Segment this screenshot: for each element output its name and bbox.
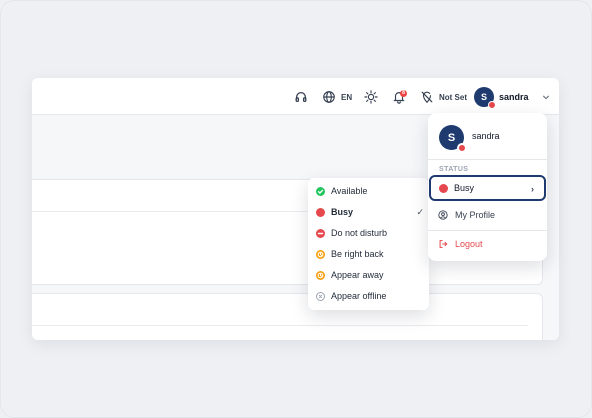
avatar-initial: S bbox=[480, 92, 487, 102]
status-submenu: Available Busy ✓ Do not disturb Be right… bbox=[308, 178, 429, 310]
divider bbox=[428, 230, 547, 231]
status-option-label: Appear offline bbox=[331, 291, 387, 301]
busy-dot-icon bbox=[316, 207, 325, 217]
content-card bbox=[32, 293, 543, 340]
support-button[interactable] bbox=[294, 88, 308, 106]
check-circle-icon bbox=[316, 186, 325, 196]
theme-toggle[interactable] bbox=[364, 88, 378, 106]
globe-icon bbox=[322, 90, 336, 104]
status-option-available[interactable]: Available bbox=[316, 184, 424, 198]
checkmark-icon: ✓ bbox=[416, 207, 424, 217]
logout-button[interactable]: Logout bbox=[438, 239, 483, 249]
avatar: S bbox=[439, 125, 467, 153]
chevron-down-icon bbox=[542, 93, 550, 101]
sun-icon bbox=[364, 90, 378, 104]
status-dot bbox=[457, 143, 467, 153]
profile-name: sandra bbox=[472, 131, 500, 141]
status-dot bbox=[488, 101, 496, 109]
username: sandra bbox=[499, 92, 529, 102]
location-off-icon bbox=[420, 90, 434, 104]
status-section-label: STATUS bbox=[439, 166, 469, 173]
status-option-do-not-disturb[interactable]: Do not disturb bbox=[316, 226, 424, 240]
notifications-button[interactable]: 8 bbox=[392, 88, 407, 106]
current-status-label: Busy bbox=[454, 183, 475, 193]
status-option-appear-away[interactable]: Appear away bbox=[316, 268, 424, 282]
busy-dot-icon bbox=[439, 183, 448, 193]
clock-icon bbox=[316, 270, 325, 280]
status-option-label: Be right back bbox=[331, 249, 384, 259]
status-option-label: Do not disturb bbox=[331, 228, 388, 238]
language-label: EN bbox=[341, 92, 353, 102]
user-menu-trigger[interactable]: S sandra bbox=[474, 86, 550, 109]
status-option-label: Busy bbox=[331, 207, 354, 217]
language-selector[interactable]: EN bbox=[322, 88, 352, 106]
status-option-be-right-back[interactable]: Be right back bbox=[316, 247, 424, 261]
notification-badge: 8 bbox=[400, 90, 407, 97]
status-option-busy[interactable]: Busy ✓ bbox=[316, 205, 424, 219]
logout-icon bbox=[439, 240, 448, 248]
status-option-appear-offline[interactable]: Appear offline bbox=[316, 289, 424, 303]
user-circle-icon bbox=[438, 210, 448, 220]
my-profile-link[interactable]: My Profile bbox=[438, 210, 495, 220]
minus-circle-icon bbox=[316, 228, 325, 238]
divider bbox=[32, 325, 528, 326]
my-profile-label: My Profile bbox=[455, 210, 496, 220]
top-bar: EN 8 Not Set S sandra bbox=[32, 78, 559, 115]
profile-dropdown: S sandra STATUS Busy › My Profile Logout bbox=[428, 113, 547, 261]
status-selector[interactable]: Busy › bbox=[429, 175, 546, 201]
logout-label: Logout bbox=[455, 239, 483, 249]
clock-icon bbox=[316, 249, 325, 259]
location-label: Not Set bbox=[439, 92, 467, 102]
bell-icon: 8 bbox=[392, 90, 407, 104]
x-circle-icon bbox=[316, 291, 325, 301]
status-option-label: Appear away bbox=[331, 270, 384, 280]
avatar-initial: S bbox=[447, 131, 456, 144]
avatar: S bbox=[474, 87, 496, 109]
divider bbox=[428, 159, 547, 160]
status-option-label: Available bbox=[331, 186, 368, 196]
location-selector[interactable]: Not Set bbox=[420, 88, 467, 106]
headset-icon bbox=[294, 90, 308, 104]
chevron-right-icon: › bbox=[531, 184, 534, 194]
